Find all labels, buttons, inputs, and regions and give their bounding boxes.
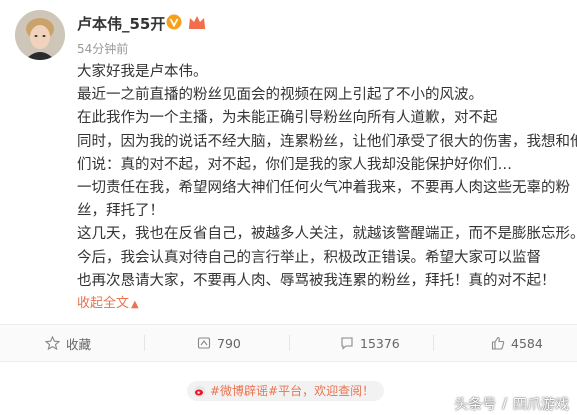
weibo-logo-icon	[193, 385, 206, 397]
watermark-account: 四爪游戏	[513, 397, 569, 413]
watermark-source: 头条号	[454, 397, 497, 413]
vip-crown-icon	[189, 16, 205, 29]
repost-count: 790	[217, 335, 241, 351]
avatar-image	[15, 10, 65, 60]
weibo-post-card: 卢本伟_55开 54分钟前 大家好我是卢本伟。 最近一之前直播的粉丝见面会的视频…	[0, 0, 577, 415]
topic-tag: #微博辟谣#平台，	[210, 384, 315, 398]
post-line: 们说：真的对不起，对不起，你们是我的家人我却没能保护好你们…	[77, 156, 512, 173]
post-time[interactable]: 54分钟前	[77, 40, 128, 57]
author-name[interactable]: 卢本伟_55开	[77, 13, 165, 34]
post-line: 一切责任在我，希望网络大神们任何火气冲着我来，不要再人肉这些无辜的粉	[77, 180, 570, 197]
avatar[interactable]	[15, 10, 65, 60]
topic-link-text[interactable]: 欢迎查阅！	[314, 381, 374, 401]
like-count: 4584	[511, 335, 543, 351]
comment-icon	[341, 337, 353, 350]
divider	[433, 335, 434, 351]
repost-button[interactable]: 790	[197, 325, 241, 361]
action-bar: 收藏 790 15376 4584	[0, 324, 577, 362]
collapse-label: 收起全文	[77, 296, 130, 311]
post-line: 今后，我会认真对待自己的言行举止，积极改正错误。希望大家可以监督	[77, 249, 541, 266]
like-button[interactable]: 4584	[491, 325, 543, 361]
watermark: 头条号 / 四爪游戏	[454, 394, 569, 414]
post-line: 丝，拜托了！	[77, 203, 164, 220]
post-line: 也再次恳请大家，不要再人肉、辱骂被我连累的粉丝，拜托！真的对不起！	[77, 272, 556, 289]
chevron-up-icon: ▲	[131, 299, 139, 310]
divider	[289, 335, 290, 351]
favorite-label: 收藏	[66, 336, 92, 352]
post-line: 这几天，我也在反省自己，被越多人关注，就越该警醒端正，而不是膨胀忘形。	[77, 226, 577, 243]
comment-count: 15376	[360, 335, 400, 351]
repost-icon	[197, 337, 211, 349]
post-body: 大家好我是卢本伟。 最近一之前直播的粉丝见面会的视频在网上引起了不小的风波。 在…	[77, 61, 577, 293]
collapse-text-link[interactable]: 收起全文 ▲	[77, 292, 139, 311]
thumbs-up-icon	[491, 336, 505, 350]
verified-badge-icon	[166, 14, 182, 30]
comment-button[interactable]: 15376	[340, 325, 400, 361]
post-line: 最近一之前直播的粉丝见面会的视频在网上引起了不小的风波。	[77, 87, 483, 104]
star-icon	[45, 336, 60, 350]
topic-link[interactable]: #微博辟谣#平台， 欢迎查阅！	[187, 381, 385, 401]
post-line: 在此我作为一个主播，为未能正确引导粉丝向所有人道歉，对不起	[77, 110, 498, 127]
post-line: 同时，因为我的说话不经大脑，连累粉丝，让他们承受了很大的伤害，我想和他	[77, 133, 577, 150]
favorite-button[interactable]: 收藏	[45, 325, 91, 361]
watermark-separator: /	[502, 396, 507, 412]
divider	[144, 335, 145, 351]
post-line: 大家好我是卢本伟。	[77, 64, 208, 80]
